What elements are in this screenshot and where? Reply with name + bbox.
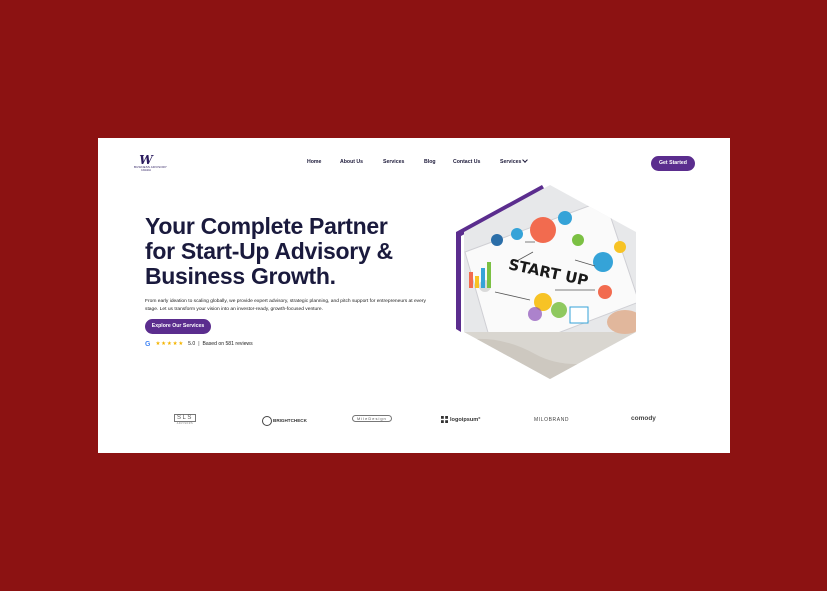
hero-title: Your Complete Partner for Start-Up Advis… [145,214,435,289]
sls-logo-subtext: ADVISORS [176,422,194,425]
brightcheck-icon [262,416,272,426]
startup-illustration: START UP [456,185,636,379]
main-nav: Home About Us Services Blog Contact Us S… [98,157,730,169]
review-count: Based on 581 reviews [202,341,253,347]
hero-image: START UP [455,182,639,380]
rating-score: 5.0 [188,341,196,347]
landing-page-card: W BUSINESS ADVISORY CANADA Home About Us… [98,138,730,453]
nav-services-dropdown[interactable]: Services [500,157,529,165]
get-started-button[interactable]: Get Started [651,156,695,171]
brand-logo-comody: comody [631,415,656,422]
nav-services-dropdown-label: Services [500,159,522,165]
sls-logo-text: SLS [174,414,196,422]
brand-logo-brightcheck: BRIGHTCHECK [262,416,307,426]
google-icon: G [145,340,151,348]
hero-title-line: Business Growth. [145,263,336,289]
rating-stars: ★★★★★ [155,341,185,347]
nav-home[interactable]: Home [307,159,321,165]
hero-description: From early ideation to scaling globally,… [145,299,426,312]
logoipsum-logo-text: logoipsum° [450,416,481,423]
nav-services[interactable]: Services [383,159,404,165]
chevron-down-icon [522,157,529,163]
logoipsum-icon [441,416,448,423]
explore-services-button[interactable]: Explore Our Services [145,319,211,334]
brand-logo-sls: SLS ADVISORS [174,414,196,425]
hero-title-line: for Start-Up Advisory & [145,238,393,264]
miledesign-logo-text: MileDesign [352,415,392,422]
rating-separator: | [198,341,200,347]
nav-blog[interactable]: Blog [424,159,436,165]
brand-logo-milobrand: MILOBRAND [534,417,570,423]
review-summary: G ★★★★★ 5.0 | Based on 581 reviews [145,339,253,349]
nav-about-us[interactable]: About Us [340,159,363,165]
nav-contact-us[interactable]: Contact Us [453,159,480,165]
brand-logo-logoipsum: logoipsum° [441,416,481,423]
brightcheck-logo-text: BRIGHTCHECK [273,418,307,424]
hero-title-line: Your Complete Partner [145,213,388,239]
brand-logo-miledesign: MileDesign [352,415,392,422]
logo-line2: CANADA [141,169,151,172]
